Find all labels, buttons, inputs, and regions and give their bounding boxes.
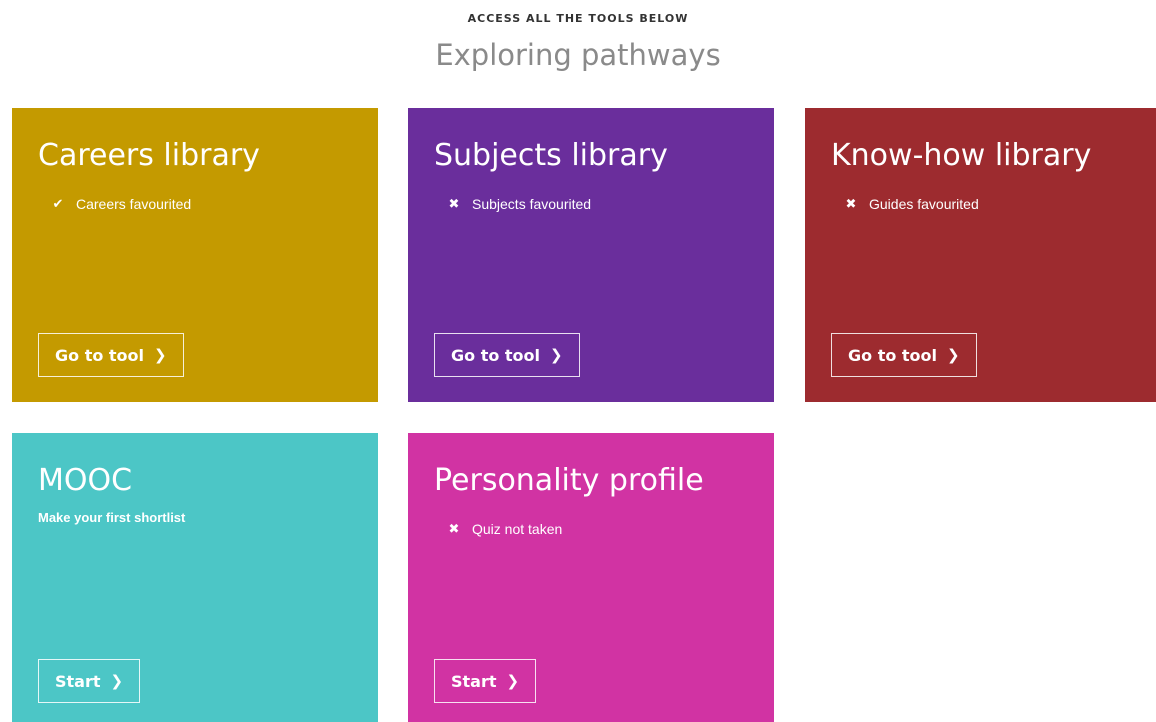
cross-icon: ✖ xyxy=(448,196,460,211)
card-title: Careers library xyxy=(38,138,260,173)
know-how-go-to-tool-button[interactable]: Go to tool ❯ xyxy=(831,333,977,377)
card-title: Know-how library xyxy=(831,138,1092,173)
card-status: ✖ Guides favourited xyxy=(843,196,979,212)
card-status: ✔ Careers favourited xyxy=(50,196,192,212)
chevron-right-icon: ❯ xyxy=(550,346,563,364)
chevron-right-icon: ❯ xyxy=(110,672,124,690)
card-title: MOOC xyxy=(38,463,133,498)
button-label: Go to tool xyxy=(451,345,541,365)
card-status: ✖ Quiz not taken xyxy=(446,521,563,537)
checkmark-icon: ✔ xyxy=(52,196,64,211)
personality-start-button[interactable]: Start ❯ xyxy=(434,659,537,703)
button-label: Start xyxy=(55,671,101,691)
subjects-go-to-tool-button[interactable]: Go to tool ❯ xyxy=(434,333,580,377)
chevron-right-icon: ❯ xyxy=(947,346,960,364)
cross-icon: ✖ xyxy=(845,196,857,211)
subjects-library-card: Subjects library ✖ Subjects favourited G… xyxy=(408,108,774,402)
button-label: Go to tool xyxy=(55,345,145,365)
button-label: Go to tool xyxy=(848,345,938,365)
card-title: Subjects library xyxy=(434,138,668,173)
careers-library-card: Careers library ✔ Careers favourited Go … xyxy=(12,108,378,402)
card-subtitle: Make your first shortlist xyxy=(38,510,186,525)
know-how-library-card: Know-how library ✖ Guides favourited Go … xyxy=(805,108,1156,402)
card-status-text: Guides favourited xyxy=(869,196,979,212)
card-status-text: Subjects favourited xyxy=(472,196,592,212)
cross-icon: ✖ xyxy=(448,521,460,536)
personality-profile-card: Personality profile ✖ Quiz not taken Sta… xyxy=(408,433,774,722)
mooc-start-button[interactable]: Start ❯ xyxy=(38,659,141,703)
card-title: Personality profile xyxy=(434,463,704,498)
careers-go-to-tool-button[interactable]: Go to tool ❯ xyxy=(38,333,184,377)
chevron-right-icon: ❯ xyxy=(506,672,520,690)
button-label: Start xyxy=(451,671,497,691)
card-status: ✖ Subjects favourited xyxy=(446,196,592,212)
section-eyebrow: ACCESS ALL THE TOOLS BELOW xyxy=(467,12,689,25)
card-status-text: Careers favourited xyxy=(76,196,192,212)
card-status-text: Quiz not taken xyxy=(472,521,563,537)
mooc-card: MOOC Make your first shortlist Start ❯ xyxy=(12,433,378,722)
page-title: Exploring pathways xyxy=(435,38,721,72)
chevron-right-icon: ❯ xyxy=(154,346,167,364)
